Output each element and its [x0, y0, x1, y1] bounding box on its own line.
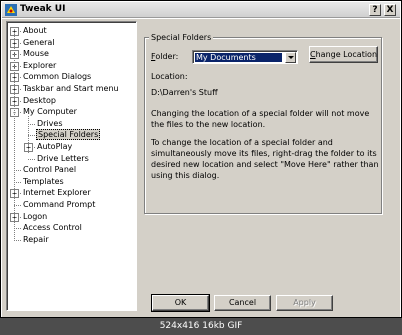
tree-item-label: Logon: [23, 211, 48, 221]
tree-item-label: Taskbar and Start menu: [23, 84, 119, 93]
tree-item-label: Access Control: [23, 223, 82, 233]
settings-tree[interactable]: About + General + Mouse + Explorer + Common Dial…: [6, 21, 137, 311]
tree-item[interactable]: Drive Letters: [36, 153, 90, 164]
tree-item[interactable]: Desktop: [22, 95, 57, 106]
tree-item-label: Common Dialogs: [23, 72, 92, 82]
tree-guide-line: [28, 116, 29, 153]
folder-dropdown[interactable]: My Documents: [192, 50, 298, 64]
image-caption: 524x416 16kb GIF: [0, 318, 402, 335]
tree-item[interactable]: Common Dialogs: [22, 71, 92, 82]
tree-item[interactable]: Templates: [22, 176, 65, 187]
tree-item-label: Drive Letters: [37, 153, 89, 163]
tree-item-label: Repair: [23, 234, 49, 244]
location-label: Location:: [151, 72, 188, 81]
tree-item[interactable]: Logon: [22, 211, 48, 222]
info-paragraph-right-drag: To change the location of a special fold…: [151, 138, 379, 180]
tree-connector: [28, 158, 35, 160]
title-bar[interactable]: Tweak UI ? X: [2, 2, 400, 18]
tree-connector: [14, 239, 21, 241]
folder-dropdown-value: My Documents: [195, 53, 282, 62]
tree-item[interactable]: My Computer: [22, 106, 78, 117]
help-button[interactable]: ?: [369, 4, 381, 16]
tree-item[interactable]: About: [22, 25, 48, 36]
location-value: D:\Darren's Stuff: [151, 88, 218, 97]
tree-item-label: About: [23, 26, 47, 35]
folder-label: Folder:: [151, 52, 179, 61]
tree-item[interactable]: Explorer: [22, 60, 57, 71]
tree-item-label: General: [23, 37, 55, 47]
tree-item-label: Drives: [37, 118, 63, 128]
apply-button[interactable]: Apply: [276, 295, 333, 311]
tree-item[interactable]: Drives: [36, 118, 64, 129]
tree-item-label: Control Panel: [23, 165, 77, 175]
tree-item-label: AutoPlay: [37, 142, 73, 151]
tree-item[interactable]: Taskbar and Start menu: [22, 83, 120, 94]
tree-item[interactable]: Access Control: [22, 222, 83, 233]
tree-connector: [14, 228, 21, 230]
ok-button[interactable]: OK: [151, 294, 210, 312]
tweak-ui-app-icon: [5, 4, 17, 16]
tree-item[interactable]: AutoPlay: [36, 141, 73, 152]
tree-item[interactable]: Mouse: [22, 48, 50, 59]
tree-item-label: My Computer: [23, 107, 77, 117]
cancel-button[interactable]: Cancel: [214, 295, 271, 311]
tree-item[interactable]: Special Folders: [36, 129, 101, 141]
tree-item-label: Templates: [23, 176, 64, 186]
tree-item-label: Mouse: [23, 49, 49, 59]
dialog-client-area: About + General + Mouse + Explorer + Common Dial…: [2, 19, 400, 317]
tree-connector: [28, 123, 35, 125]
tree-item[interactable]: Internet Explorer: [22, 187, 92, 198]
tree-connector: [14, 170, 21, 172]
tree-connector: [14, 181, 21, 183]
tree-item[interactable]: General: [22, 37, 56, 48]
tweak-ui-window: Tweak UI ? X About + General + Mouse + Explore…: [0, 0, 402, 318]
tree-item-label: Explorer: [23, 60, 57, 70]
group-title: Special Folders: [149, 33, 214, 42]
close-button[interactable]: X: [384, 4, 396, 16]
tree-item-label: Desktop: [23, 95, 56, 105]
tree-item[interactable]: Control Panel: [22, 164, 77, 175]
tree-guide-line: [14, 30, 15, 239]
tree-item-label: Special Folders: [36, 129, 101, 141]
window-title: Tweak UI: [20, 4, 66, 14]
change-location-button[interactable]: Change Location: [309, 46, 378, 63]
tree-connector: [14, 205, 21, 206]
info-paragraph-move: Changing the location of a special folde…: [151, 109, 370, 129]
tree-item[interactable]: Command Prompt: [22, 199, 96, 210]
tree-item-label: Internet Explorer: [23, 188, 91, 198]
chevron-down-icon[interactable]: [285, 52, 296, 63]
tree-item-label: Command Prompt: [23, 200, 96, 209]
tree-connector: [28, 135, 35, 137]
tree-item[interactable]: Repair: [22, 234, 50, 245]
